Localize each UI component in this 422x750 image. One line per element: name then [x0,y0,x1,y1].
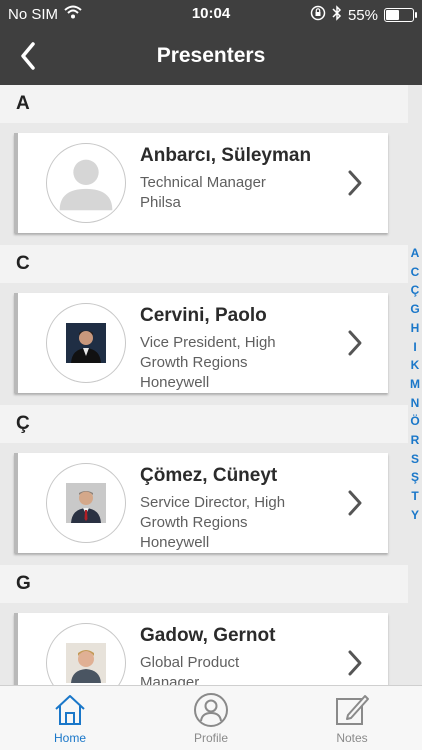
notes-icon [336,695,369,725]
index-letter[interactable]: T [411,487,418,506]
presenter-title: Growth Regions [140,514,248,531]
battery-fill [386,10,400,20]
index-letter[interactable]: K [411,356,420,375]
index-letter[interactable]: I [413,338,416,357]
alphabet-index[interactable]: A C Ç G H I K M N Ö R S Ş T Y [408,244,422,525]
avatar [46,463,126,543]
section-a: A Anbarcı, Süleyman Technical Manager Ph… [0,85,408,245]
presenter-title: Vice President, High [140,334,276,351]
tab-home[interactable]: Home [0,686,140,750]
index-letter[interactable]: Ö [410,412,419,431]
presenter-name: Çömez, Cüneyt [140,465,278,486]
orientation-lock-icon [310,5,326,25]
chevron-right-icon [348,490,362,516]
index-letter[interactable]: H [411,319,420,338]
index-letter[interactable]: Y [411,506,419,525]
presenter-company: Honeywell [140,374,210,391]
index-letter[interactable]: Ş [411,468,419,487]
page-title: Presenters [156,44,266,67]
presenter-photo [66,323,106,363]
index-letter[interactable]: G [410,300,419,319]
presenter-card[interactable]: Cervini, Paolo Vice President, High Grow… [14,293,388,393]
index-letter[interactable]: R [411,431,420,450]
presenter-company: Philsa [140,194,181,211]
battery-icon [384,8,417,22]
chevron-right-icon [348,330,362,356]
section-header: A [0,85,408,123]
presenter-card[interactable]: Çömez, Cüneyt Service Director, High Gro… [14,453,388,553]
tab-profile[interactable]: Profile [141,686,281,750]
tab-bar: Home Profile Notes [0,685,422,750]
avatar [46,623,126,685]
presenter-name: Gadow, Gernot [140,625,276,646]
index-letter[interactable]: A [411,244,420,263]
presenter-photo [66,483,106,523]
section-header: G [0,565,408,603]
section-header: C [0,245,408,283]
tab-notes[interactable]: Notes [282,686,422,750]
status-bar: No SIM 10:04 55% [0,0,422,28]
presenter-title: Manager [140,674,200,685]
presenter-card[interactable]: Gadow, Gernot Global Product Manager [14,613,388,685]
index-letter[interactable]: Ç [411,281,420,300]
person-placeholder-icon [59,159,113,211]
chevron-right-icon [348,650,362,676]
tab-label: Home [53,731,86,745]
presenter-name: Cervini, Paolo [140,305,267,326]
avatar [46,143,126,223]
presenter-name: Anbarcı, Süleyman [140,145,312,166]
avatar [46,303,126,383]
presenter-title: Growth Regions [140,354,248,371]
index-letter[interactable]: C [411,263,420,282]
battery-percent: 55% [347,6,378,24]
tab-label: Profile [193,731,228,745]
presenter-title: Technical Manager [140,174,266,191]
presenter-photo [66,643,106,683]
chevron-right-icon [348,170,362,196]
tab-label: Notes [336,731,368,745]
section-c: C Cervini, Paolo Vice President, High Gr… [0,245,408,405]
presenter-title: Global Product [140,654,240,671]
home-icon [55,695,85,725]
index-letter[interactable]: M [410,375,420,394]
navigation-bar: Presenters [0,28,422,85]
section-c-cedilla: Ç Çömez, Cüneyt Service Director, High G… [0,405,408,565]
index-letter[interactable]: N [411,394,420,413]
presenter-card[interactable]: Anbarcı, Süleyman Technical Manager Phil… [14,133,388,233]
profile-icon [194,693,228,727]
presenter-title: Service Director, High [140,494,286,511]
bluetooth-icon [332,5,342,25]
presenter-company: Honeywell [140,534,210,551]
index-letter[interactable]: S [411,450,419,469]
section-header: Ç [0,405,408,443]
section-g: G Gadow, Gernot Global Product Manager [0,565,408,685]
presenter-list[interactable]: A Anbarcı, Süleyman Technical Manager Ph… [0,85,408,685]
